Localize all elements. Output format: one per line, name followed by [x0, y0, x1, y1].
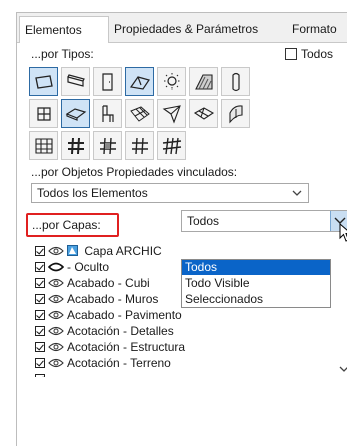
eye-icon[interactable]: [48, 278, 64, 288]
tab-elementos[interactable]: Elementos: [19, 16, 109, 43]
mouse-pointer-icon: [339, 223, 347, 242]
layer-name: Acabado - Cubi: [67, 276, 150, 290]
layer-row[interactable]: Acotación - Detalles: [35, 323, 174, 339]
layer-name: Acotación - Terreno: [67, 356, 171, 370]
layer-row[interactable]: Capa ARCHIC: [35, 243, 162, 259]
layer-name: Acotación - Estructura: [67, 340, 186, 354]
morph-tool-tile[interactable]: [157, 99, 186, 128]
accessory-icon: [132, 137, 148, 155]
layer-name: Capa ARCHIC: [84, 244, 162, 258]
eye-icon[interactable]: [48, 342, 64, 352]
layer-visible-checkbox[interactable]: [35, 326, 45, 336]
wall-tool-tile[interactable]: [29, 67, 58, 96]
layer-name: - Oculto: [67, 260, 110, 274]
hidden-eye-icon[interactable]: [48, 262, 64, 272]
slab-icon: [65, 108, 87, 121]
layers-filter-select[interactable]: Todos: [181, 210, 347, 232]
column-icon: [232, 72, 240, 92]
curtain-wall-grid-tool-tile[interactable]: [29, 131, 58, 160]
by-types-label: ...por Tipos:: [31, 47, 94, 61]
frame-tool-tile[interactable]: [61, 131, 90, 160]
layer-visible-checkbox[interactable]: [35, 246, 45, 256]
panel-icon: [100, 137, 116, 155]
layer-row[interactable]: Acabado - Cubi: [35, 275, 150, 291]
beam-tool-tile[interactable]: [61, 67, 90, 96]
all-types-checkbox[interactable]: [285, 48, 297, 60]
layer-visible-checkbox[interactable]: [35, 374, 45, 377]
layers-filter-dropdown-list: Todos Todo Visible Seleccionados: [181, 259, 331, 308]
elements-tab-content: ...por Tipos: Todos ...por Objetos Propi…: [17, 43, 347, 446]
curtain-wall-grid-icon: [35, 138, 53, 154]
morph-icon: [162, 105, 181, 124]
tab-bar: Elementos Propiedades & Parámetros Forma…: [17, 13, 347, 43]
layer-name: Acotación - Detalles: [67, 324, 174, 338]
chevron-down-icon: [292, 190, 302, 196]
layer-visible-checkbox[interactable]: [35, 262, 45, 272]
layer-row[interactable]: - Oculto: [35, 259, 109, 275]
layers-filter-value: Todos: [187, 214, 220, 228]
lamp-icon: [164, 73, 180, 90]
beam-icon: [67, 74, 85, 87]
tab-formato[interactable]: Formato: [287, 16, 347, 42]
layer-icon: [67, 245, 78, 256]
stair-icon: [193, 107, 215, 120]
mesh-tool-tile[interactable]: [125, 99, 154, 128]
window-tool-tile[interactable]: [29, 99, 58, 128]
linked-properties-select[interactable]: Todos los Elementos: [31, 183, 309, 203]
column-tool-tile[interactable]: [221, 67, 250, 96]
layer-row-partial[interactable]: [35, 371, 45, 377]
accessory-tool-tile[interactable]: [125, 131, 154, 160]
layer-visible-checkbox[interactable]: [35, 294, 45, 304]
dropdown-option-todos[interactable]: Todos: [182, 260, 330, 275]
shell-icon: [195, 74, 213, 90]
curtain-wall-tool-tile[interactable]: [221, 99, 250, 128]
roof-tool-tile[interactable]: [125, 67, 154, 96]
layer-row[interactable]: Acabado - Pavimento: [35, 307, 182, 323]
object-tool-tile[interactable]: [93, 99, 122, 128]
layer-visible-checkbox[interactable]: [35, 342, 45, 352]
layer-row[interactable]: Acotación - Estructura: [35, 339, 185, 355]
dropdown-option-seleccionados[interactable]: Seleccionados: [182, 292, 330, 307]
frame-icon: [68, 137, 84, 155]
shell-tool-tile[interactable]: [189, 67, 218, 96]
mesh-icon: [130, 106, 150, 122]
lamp-tool-tile[interactable]: [157, 67, 186, 96]
by-linked-properties-label: ...por Objetos Propiedades vinculados:: [31, 165, 238, 179]
eye-icon[interactable]: [48, 358, 64, 368]
layer-row[interactable]: Acotación - Terreno: [35, 355, 171, 371]
eye-icon[interactable]: [48, 310, 64, 320]
layer-row[interactable]: Acabado - Muros: [35, 291, 158, 307]
dropdown-option-todo-visible[interactable]: Todo Visible: [182, 276, 330, 291]
junction-tool-tile[interactable]: [157, 131, 186, 160]
door-icon: [102, 73, 113, 91]
window-icon: [37, 107, 51, 121]
layer-name: Acabado - Pavimento: [67, 308, 182, 322]
tab-propiedades-parametros[interactable]: Propiedades & Parámetros: [109, 16, 287, 42]
curtain-wall-icon: [229, 105, 243, 124]
eye-icon[interactable]: [48, 326, 64, 336]
scroll-down-icon[interactable]: [339, 365, 347, 373]
layer-name: Acabado - Muros: [67, 292, 159, 306]
slab-tool-tile[interactable]: [61, 99, 90, 128]
junction-icon: [162, 137, 182, 155]
by-layers-label: ...por Capas:: [32, 218, 101, 232]
layer-visible-checkbox[interactable]: [35, 278, 45, 288]
roof-icon: [129, 76, 150, 90]
layer-visible-checkbox[interactable]: [35, 310, 45, 320]
find-select-panel: Elementos Propiedades & Parámetros Forma…: [16, 12, 347, 446]
object-icon: [102, 105, 114, 122]
linked-properties-value: Todos los Elementos: [37, 186, 148, 200]
panel-tool-tile[interactable]: [93, 131, 122, 160]
stair-tool-tile[interactable]: [189, 99, 218, 128]
layer-visible-checkbox[interactable]: [35, 358, 45, 368]
all-types-checkbox-label: Todos: [301, 47, 334, 61]
eye-icon[interactable]: [48, 294, 64, 304]
door-tool-tile[interactable]: [93, 67, 122, 96]
eye-icon[interactable]: [48, 246, 64, 256]
wall-icon: [35, 75, 53, 89]
